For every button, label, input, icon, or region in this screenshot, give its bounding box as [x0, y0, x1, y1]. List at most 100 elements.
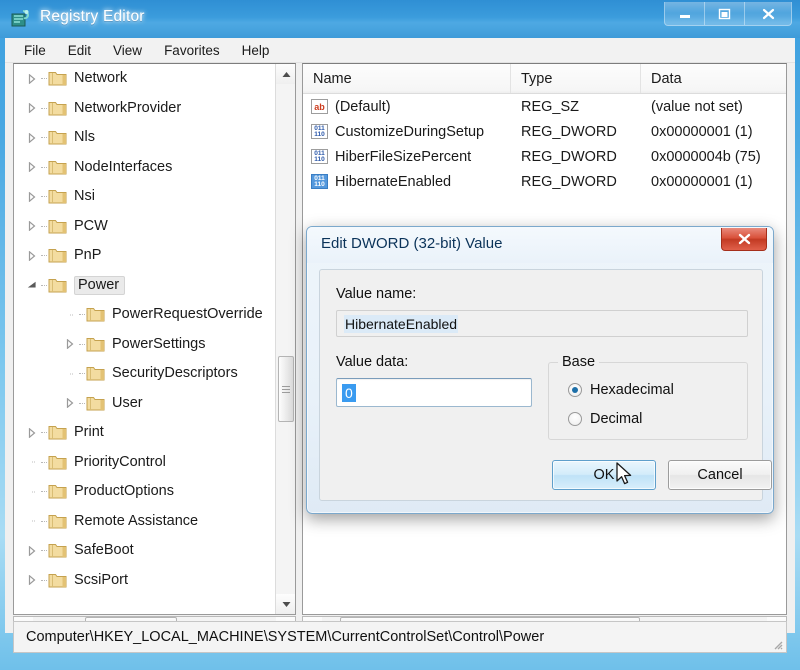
- menu-favorites[interactable]: Favorites: [153, 40, 231, 61]
- tree-vertical-scrollbar[interactable]: [275, 64, 295, 614]
- tree-item[interactable]: Print: [14, 418, 276, 448]
- value-type-cell: REG_DWORD: [511, 124, 641, 140]
- radio-decimal[interactable]: Decimal: [568, 411, 642, 427]
- chevron-right-icon[interactable]: [24, 248, 40, 264]
- column-header-type[interactable]: Type: [511, 64, 641, 93]
- resize-grip-icon[interactable]: [771, 638, 783, 650]
- tree-item[interactable]: ProductOptions: [14, 477, 276, 507]
- tree-item-label: NetworkProvider: [74, 99, 185, 118]
- tree-scrollbar-thumb[interactable]: [278, 356, 294, 422]
- registry-tree-pane: Network NetworkProvider NlsNodeInterfacesN…: [13, 63, 296, 615]
- tree-connector-icon: [41, 167, 47, 168]
- tree-item[interactable]: User: [14, 389, 276, 419]
- folder-icon: [48, 542, 68, 559]
- value-name-text: HibernateEnabled: [344, 315, 458, 333]
- tree-connector-icon: [41, 462, 47, 463]
- minimize-button[interactable]: [665, 2, 705, 25]
- radio-hexadecimal[interactable]: Hexadecimal: [568, 382, 674, 398]
- menu-file[interactable]: File: [13, 40, 57, 61]
- value-data-cell: (value not set): [641, 99, 786, 115]
- column-header-name[interactable]: Name: [303, 64, 511, 93]
- value-name-cell: CustomizeDuringSetup: [335, 124, 484, 140]
- tree-item[interactable]: Nsi: [14, 182, 276, 212]
- menu-edit[interactable]: Edit: [57, 40, 102, 61]
- tree-item-label: Network: [74, 69, 131, 88]
- tree-scroll-up-button[interactable]: [276, 64, 296, 84]
- tree-item-label: ProductOptions: [74, 482, 178, 501]
- tree-item[interactable]: PCW: [14, 212, 276, 242]
- chevron-right-icon[interactable]: [24, 218, 40, 234]
- chevron-right-icon[interactable]: [24, 543, 40, 559]
- ok-button[interactable]: OK: [552, 460, 656, 490]
- dialog-close-button[interactable]: [721, 228, 767, 251]
- value-row[interactable]: 011110HibernateEnabledREG_DWORD0x0000000…: [303, 169, 786, 194]
- tree-item-label: Power: [74, 276, 125, 295]
- tree-connector-icon: [41, 550, 47, 551]
- tree-connector-icon: [41, 137, 47, 138]
- tree-item[interactable]: SafeBoot: [14, 536, 276, 566]
- string-value-icon: ab: [311, 99, 328, 114]
- cancel-button[interactable]: Cancel: [668, 460, 772, 490]
- tree-item[interactable]: Power: [14, 271, 276, 301]
- status-bar: Computer\HKEY_LOCAL_MACHINE\SYSTEM\Curre…: [13, 621, 787, 653]
- tree-scroll-down-button[interactable]: [276, 594, 296, 614]
- close-button[interactable]: [745, 2, 791, 25]
- tree-item[interactable]: PowerRequestOverride: [14, 300, 276, 330]
- tree-item[interactable]: SecurityDescriptors: [14, 359, 276, 389]
- chevron-right-icon[interactable]: [62, 336, 78, 352]
- tree-connector-icon: [41, 196, 47, 197]
- tree-connector-icon: [41, 285, 47, 286]
- maximize-button[interactable]: [705, 2, 745, 25]
- dword-value-icon: 011110: [311, 124, 328, 139]
- scrollbar-grip-icon: [282, 384, 290, 395]
- value-data-cell: 0x00000001 (1): [641, 174, 786, 190]
- tree-item[interactable]: ScsiPort: [14, 566, 276, 596]
- tree-item-label: PnP: [74, 246, 105, 265]
- chevron-right-icon[interactable]: [62, 395, 78, 411]
- tree-item[interactable]: SecurePipeServers: [14, 595, 276, 599]
- tree-item[interactable]: PowerSettings: [14, 330, 276, 360]
- value-name-input[interactable]: HibernateEnabled: [336, 310, 748, 337]
- value-row[interactable]: 011110HiberFileSizePercentREG_DWORD0x000…: [303, 144, 786, 169]
- dialog-titlebar: Edit DWORD (32-bit) Value: [307, 227, 773, 263]
- column-header-data[interactable]: Data: [641, 64, 786, 93]
- chevron-down-icon[interactable]: [24, 277, 40, 293]
- folder-icon: [48, 572, 68, 589]
- window-titlebar: Registry Editor: [0, 0, 800, 38]
- tree-item-label: User: [112, 394, 147, 413]
- chevron-right-icon[interactable]: [24, 100, 40, 116]
- no-twisty: [24, 454, 40, 470]
- tree-item[interactable]: NetworkProvider: [14, 94, 276, 124]
- value-type-cell: REG_SZ: [511, 99, 641, 115]
- status-bar-path: Computer\HKEY_LOCAL_MACHINE\SYSTEM\Curre…: [26, 629, 544, 645]
- radio-button-icon: [568, 383, 582, 397]
- tree-item[interactable]: PriorityControl: [14, 448, 276, 478]
- base-group-box: [548, 362, 748, 440]
- tree-item[interactable]: NodeInterfaces: [14, 153, 276, 183]
- menu-view[interactable]: View: [102, 40, 153, 61]
- chevron-right-icon[interactable]: [24, 130, 40, 146]
- chevron-right-icon[interactable]: [24, 189, 40, 205]
- folder-icon: [48, 159, 68, 176]
- tree-item[interactable]: Remote Assistance: [14, 507, 276, 537]
- no-twisty: [62, 366, 78, 382]
- menu-help[interactable]: Help: [231, 40, 281, 61]
- tree-item-label: SecurityDescriptors: [112, 364, 242, 383]
- chevron-right-icon[interactable]: [24, 71, 40, 87]
- value-type-cell: REG_DWORD: [511, 149, 641, 165]
- folder-icon: [48, 129, 68, 146]
- registry-tree[interactable]: Network NetworkProvider NlsNodeInterfacesN…: [14, 64, 276, 599]
- value-data-input[interactable]: 0: [336, 378, 532, 407]
- chevron-right-icon[interactable]: [24, 425, 40, 441]
- tree-item[interactable]: PnP: [14, 241, 276, 271]
- values-list[interactable]: ab(Default)REG_SZ(value not set) 011110 Cu…: [303, 94, 786, 194]
- chevron-right-icon[interactable]: [24, 572, 40, 588]
- tree-item[interactable]: Nls: [14, 123, 276, 153]
- folder-icon: [48, 70, 68, 87]
- value-row[interactable]: ab(Default)REG_SZ(value not set): [303, 94, 786, 119]
- chevron-right-icon[interactable]: [24, 159, 40, 175]
- value-data-label: Value data:: [336, 354, 408, 370]
- value-row[interactable]: 011110CustomizeDuringSetupREG_DWORD0x000…: [303, 119, 786, 144]
- tree-item-label: Remote Assistance: [74, 512, 202, 531]
- tree-item[interactable]: Network: [14, 64, 276, 94]
